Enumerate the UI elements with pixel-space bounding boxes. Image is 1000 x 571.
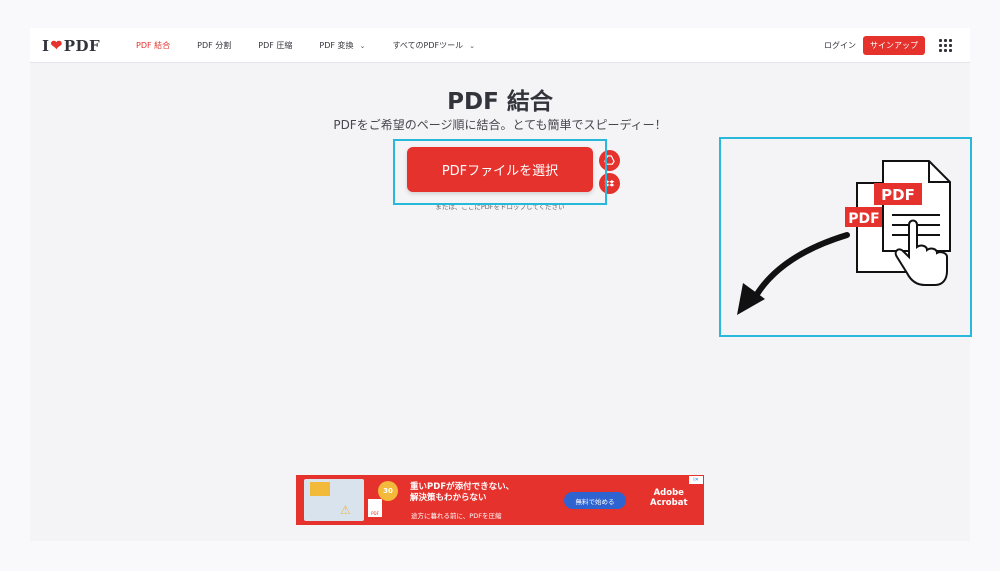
top-navbar: I ❤ PDF PDF 結合 PDF 分割 PDF 圧縮 PDF 変換 ⌄ すべ… [30, 28, 970, 63]
ilovepdf-logo[interactable]: I ❤ PDF [42, 36, 100, 56]
ad-headline: 重いPDFが添付できない、 解決策もわからない [410, 482, 515, 503]
account-nav: ログイン サインアップ [824, 28, 952, 63]
trial-badge: 30 [378, 481, 398, 501]
login-link[interactable]: ログイン [824, 40, 856, 51]
ad-cta-button[interactable]: 無料で始める [564, 492, 626, 509]
signup-button[interactable]: サインアップ [863, 36, 925, 55]
chevron-down-icon: ⌄ [469, 41, 476, 50]
nav-merge-pdf[interactable]: PDF 結合 [136, 40, 170, 51]
nav-label: すべてのPDFツール [392, 41, 464, 50]
heart-icon: ❤ [50, 38, 63, 54]
nav-all-pdf-tools[interactable]: すべてのPDFツール ⌄ [392, 40, 475, 51]
apps-grid-icon[interactable] [939, 39, 952, 52]
ad-choices-icon[interactable]: i✕ [689, 476, 703, 484]
envelope-icon [310, 482, 330, 496]
adobe-acrobat-logo: Adobe Acrobat [650, 488, 688, 508]
trial-days: 30 [383, 486, 393, 495]
svg-text:PDF: PDF [848, 211, 879, 227]
nav-label: PDF 分割 [197, 41, 232, 50]
nav-compress-pdf[interactable]: PDF 圧縮 [258, 40, 292, 51]
nav-label: PDF 変換 [319, 41, 354, 50]
page-title: PDF 結合 [447, 89, 553, 115]
logo-text: PDF [63, 37, 101, 55]
nav-split-pdf[interactable]: PDF 分割 [197, 40, 231, 51]
ad-banner[interactable]: ⚠ 30 PDF 重いPDFが添付できない、 解決策もわからない 途方に暮れる前… [296, 475, 704, 525]
nav-convert-pdf[interactable]: PDF 変換 ⌄ [319, 40, 365, 51]
drag-pdf-illustration: PDF PDF [737, 160, 951, 315]
ad-tagline: 途方に暮れる前に、PDFを圧縮 [411, 512, 502, 520]
highlight-select-button [393, 139, 607, 205]
warning-icon: ⚠ [340, 503, 351, 517]
logo-letter: I [42, 37, 50, 55]
nav-label: PDF 圧縮 [258, 41, 293, 50]
svg-text:PDF: PDF [881, 186, 915, 204]
pdf-document-icon: PDF [368, 499, 382, 517]
nav-label: PDF 結合 [136, 41, 171, 50]
page-subtitle: PDFをご希望のページ順に結合。とても簡単でスピーディー！ [333, 118, 667, 132]
chevron-down-icon: ⌄ [359, 41, 366, 50]
main-nav: PDF 結合 PDF 分割 PDF 圧縮 PDF 変換 ⌄ すべてのPDFツール… [136, 28, 502, 63]
pdf-doc-label: PDF [371, 511, 379, 516]
